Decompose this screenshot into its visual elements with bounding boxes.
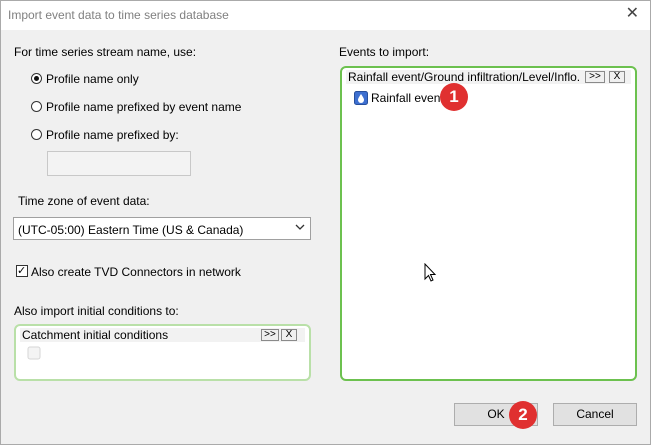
annotation-badge-1: 1 — [440, 83, 468, 111]
events-remove-button[interactable]: X — [609, 71, 625, 83]
radio-label: Profile name prefixed by: — [46, 128, 179, 142]
events-header: Rainfall event/Ground infiltration/Level… — [346, 70, 631, 84]
radio-button[interactable] — [31, 73, 42, 84]
tvd-connectors-checkbox[interactable]: ✓ — [16, 265, 28, 277]
rainfall-event-icon — [354, 91, 368, 105]
cancel-button[interactable]: Cancel — [553, 403, 637, 426]
initial-conditions-remove-button[interactable]: X — [281, 329, 297, 341]
timezone-select[interactable]: (UTC-05:00) Eastern Time (US & Canada) — [13, 217, 311, 240]
event-item-label: Rainfall event — [371, 91, 444, 105]
mouse-cursor-icon — [424, 263, 437, 282]
radio-label: Profile name prefixed by event name — [46, 100, 242, 114]
timezone-selected-value: (UTC-05:00) Eastern Time (US & Canada) — [18, 223, 244, 237]
chevron-down-icon — [295, 224, 305, 230]
window-title: Import event data to time series databas… — [8, 8, 229, 22]
events-panel-title: Rainfall event/Ground infiltration/Level… — [348, 70, 581, 84]
empty-item-icon — [27, 346, 41, 360]
annotation-badge-2: 2 — [509, 401, 537, 429]
tvd-connectors-label: Also create TVD Connectors in network — [31, 265, 241, 279]
timezone-label: Time zone of event data: — [18, 194, 150, 208]
initial-conditions-expand-button[interactable]: >> — [261, 329, 279, 341]
initial-conditions-header: Catchment initial conditions >> X — [20, 328, 305, 342]
stream-name-label: For time series stream name, use: — [14, 45, 197, 59]
events-expand-button[interactable]: >> — [585, 71, 605, 83]
radio-button[interactable] — [31, 101, 42, 112]
initial-conditions-drop-panel[interactable]: Catchment initial conditions >> X — [14, 324, 311, 381]
prefix-input[interactable] — [47, 151, 191, 176]
radio-button[interactable] — [31, 129, 42, 140]
radio-label: Profile name only — [46, 72, 139, 86]
events-label: Events to import: — [339, 45, 430, 59]
checkmark-icon: ✓ — [17, 265, 27, 277]
close-button[interactable]: ✕ — [626, 4, 639, 24]
events-drop-panel[interactable]: Rainfall event/Ground infiltration/Level… — [340, 66, 637, 381]
title-bar: Import event data to time series databas… — [0, 0, 651, 30]
initial-conditions-label: Also import initial conditions to: — [14, 304, 179, 318]
initial-conditions-title: Catchment initial conditions — [22, 328, 169, 342]
